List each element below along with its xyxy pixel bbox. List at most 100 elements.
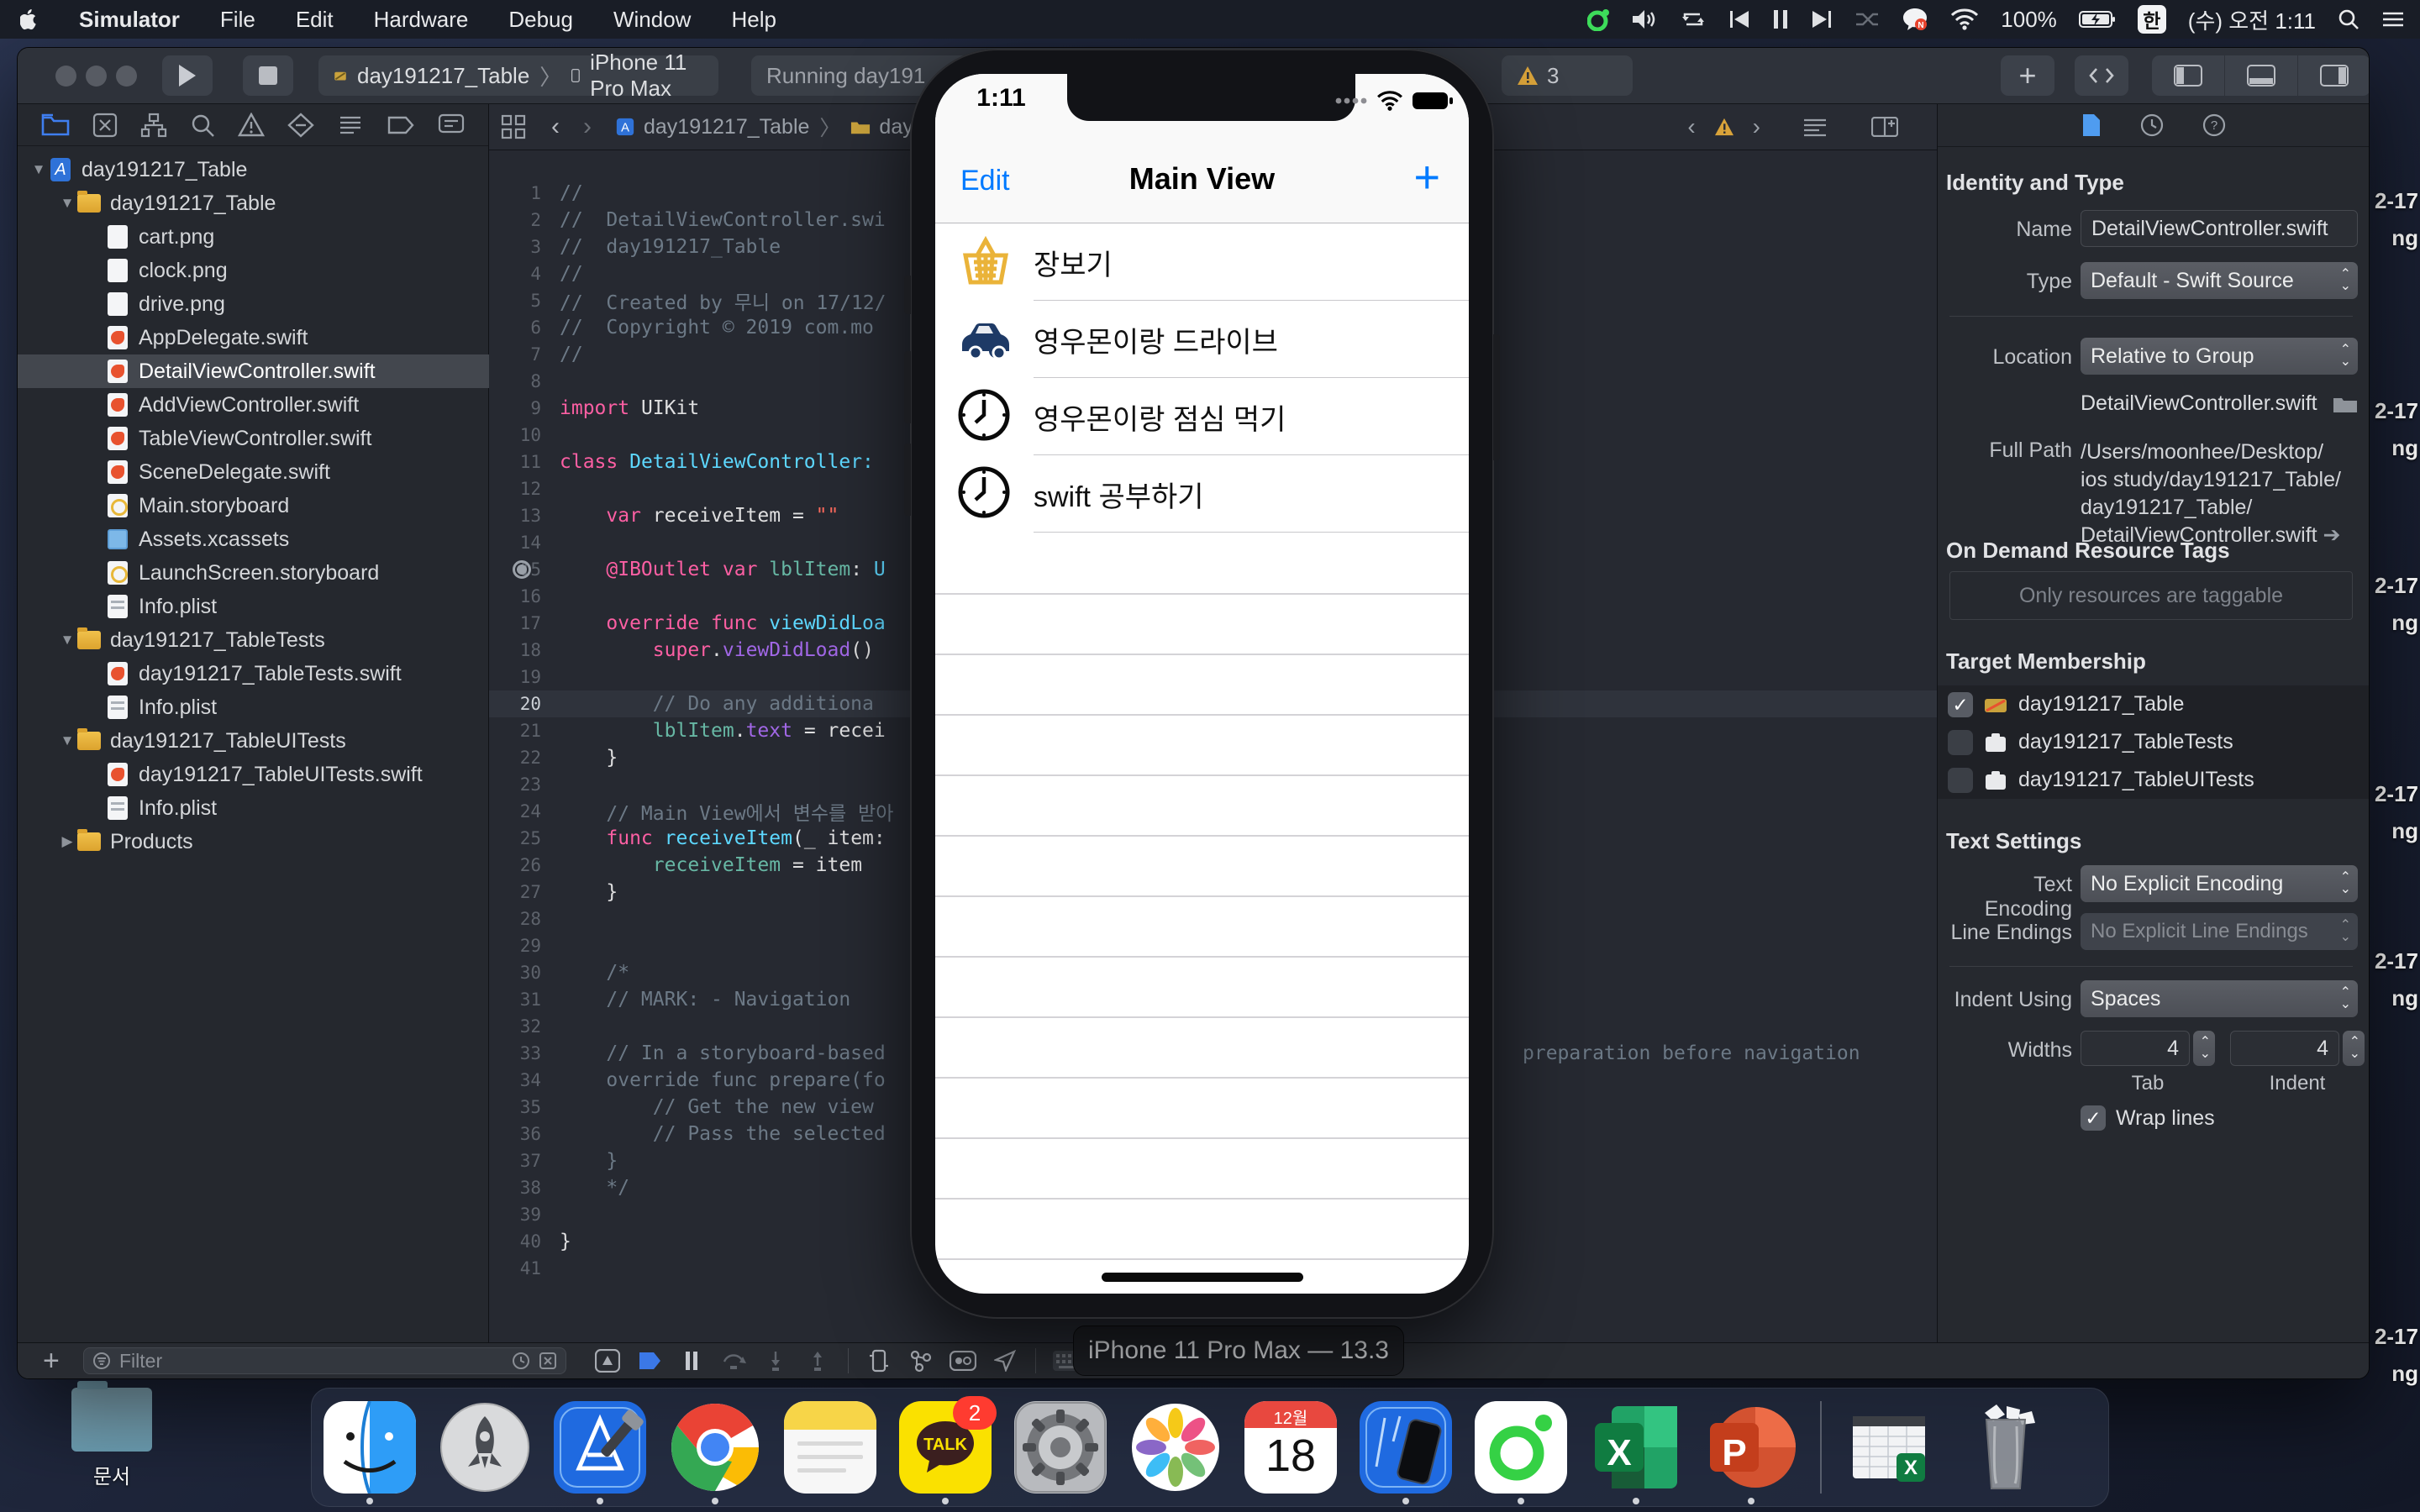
- dock-notes[interactable]: [784, 1401, 876, 1494]
- dock-melon[interactable]: [1475, 1401, 1567, 1494]
- dock-launchpad[interactable]: [439, 1401, 531, 1494]
- target-checkbox[interactable]: [1948, 692, 1973, 717]
- file-row-day191217-table[interactable]: ▼day191217_Table: [18, 186, 529, 220]
- close-window-button[interactable]: [55, 66, 76, 87]
- line-number[interactable]: 19: [489, 667, 560, 687]
- add-item-button[interactable]: +: [1413, 151, 1440, 203]
- line-number[interactable]: 9: [489, 398, 560, 418]
- stop-button[interactable]: [243, 55, 293, 96]
- dock-kakaotalk[interactable]: TALK 2: [899, 1401, 992, 1494]
- todo-row-4[interactable]: swift 공부하기: [935, 455, 1469, 533]
- desktop-file-label[interactable]: ng: [2391, 225, 2418, 251]
- pause-icon[interactable]: [1772, 9, 1789, 29]
- line-number[interactable]: 3: [489, 237, 560, 257]
- desktop-file-label[interactable]: ng: [2391, 985, 2418, 1011]
- line-number[interactable]: 39: [489, 1205, 560, 1225]
- dock-chrome[interactable]: [669, 1401, 761, 1494]
- line-number[interactable]: 25: [489, 828, 560, 848]
- line-endings-dropdown[interactable]: No Explicit Line Endings⌃⌄: [2081, 913, 2358, 950]
- line-number[interactable]: 36: [489, 1124, 560, 1144]
- line-number[interactable]: 17: [489, 613, 560, 633]
- file-row-main-storyboard[interactable]: Main.storyboard: [18, 489, 557, 522]
- desktop-file-label[interactable]: ng: [2391, 610, 2418, 636]
- target-row-day191217_Table[interactable]: day191217_Table: [1938, 685, 2369, 723]
- line-number[interactable]: 40: [489, 1231, 560, 1252]
- apple-menu[interactable]: [0, 0, 59, 39]
- wifi-icon[interactable]: [1950, 8, 1979, 30]
- menu-hardware[interactable]: Hardware: [354, 0, 489, 39]
- dock-finder[interactable]: [324, 1401, 416, 1494]
- line-number[interactable]: 2: [489, 210, 560, 230]
- target-checkbox[interactable]: [1948, 768, 1973, 793]
- desktop-file-label[interactable]: 2-17: [2375, 948, 2418, 974]
- line-number[interactable]: 38: [489, 1178, 560, 1198]
- symbol-navigator-tab[interactable]: [140, 113, 167, 138]
- todo-row-1[interactable]: 장보기: [935, 223, 1469, 301]
- wrap-lines-checkbox[interactable]: [2081, 1105, 2106, 1131]
- warning-badge[interactable]: 3: [1502, 55, 1633, 96]
- menu-app-name[interactable]: Simulator: [59, 0, 200, 39]
- environment-overrides-icon[interactable]: [944, 1346, 981, 1376]
- desktop-file-label[interactable]: ng: [2391, 1361, 2418, 1387]
- file-row-clock-png[interactable]: clock.png: [18, 254, 557, 287]
- line-number[interactable]: 31: [489, 990, 560, 1010]
- desktop-file-label[interactable]: 2-17: [2375, 781, 2418, 807]
- view-debugger-icon[interactable]: [860, 1346, 897, 1376]
- file-row-day191217-tabletests[interactable]: ▼day191217_TableTests: [18, 623, 529, 657]
- folder-icon[interactable]: [2333, 394, 2358, 414]
- debug-pause-icon[interactable]: [673, 1346, 710, 1376]
- odr-placeholder-box[interactable]: Only resources are taggable: [1949, 571, 2353, 620]
- scheme-selector[interactable]: day191217_Table 〉 iPhone 11 Pro Max: [318, 55, 718, 96]
- menu-help[interactable]: Help: [711, 0, 796, 39]
- step-out-icon[interactable]: [799, 1346, 836, 1376]
- file-row-drive-png[interactable]: drive.png: [18, 287, 557, 321]
- reveal-path-arrow-icon[interactable]: ➔: [2317, 523, 2341, 547]
- breakpoints-toggle-icon[interactable]: [631, 1346, 668, 1376]
- line-number[interactable]: 37: [489, 1151, 560, 1171]
- line-number[interactable]: 35: [489, 1097, 560, 1117]
- line-number[interactable]: 11: [489, 452, 560, 472]
- library-add-button[interactable]: +: [2001, 55, 2054, 96]
- find-navigator-tab[interactable]: [190, 113, 215, 138]
- desktop-file-label[interactable]: 2-17: [2375, 573, 2418, 599]
- indent-width-stepper[interactable]: ⌃⌄: [2343, 1031, 2365, 1066]
- line-number[interactable]: 24: [489, 801, 560, 822]
- toggle-debug-area-button[interactable]: [2225, 55, 2297, 96]
- repeat-icon[interactable]: [1680, 8, 1707, 30]
- run-button[interactable]: [162, 55, 213, 96]
- file-row-tableviewcontroller-swift[interactable]: TableViewController.swift: [18, 422, 557, 455]
- source-control-tab[interactable]: [92, 113, 118, 138]
- dock-system-preferences[interactable]: [1014, 1401, 1107, 1494]
- indent-width-field[interactable]: 4: [2230, 1031, 2339, 1066]
- line-number[interactable]: 32: [489, 1016, 560, 1037]
- minimap-toggle-icon[interactable]: [1802, 104, 1828, 150]
- toggle-inspector-button[interactable]: [2298, 55, 2370, 96]
- desktop-file-label[interactable]: 2-17: [2375, 188, 2418, 214]
- add-file-button[interactable]: +: [43, 1345, 60, 1378]
- menu-window[interactable]: Window: [593, 0, 711, 39]
- file-row-info-plist[interactable]: Info.plist: [18, 690, 557, 724]
- editor-mode-button[interactable]: [2075, 55, 2128, 96]
- file-inspector-tab[interactable]: [2081, 113, 2102, 138]
- issue-warning-icon[interactable]: [1714, 118, 1734, 136]
- previous-issue-icon[interactable]: ‹: [1687, 113, 1695, 140]
- target-row-day191217_TableUITests[interactable]: day191217_TableUITests: [1938, 761, 2369, 799]
- shuffle-icon[interactable]: [1854, 9, 1880, 29]
- tab-width-field[interactable]: 4: [2081, 1031, 2190, 1066]
- desktop-folder-documents[interactable]: 문서: [66, 1388, 158, 1488]
- todo-row-3[interactable]: 영우몬이랑 점심 먹기: [935, 378, 1469, 455]
- step-into-icon[interactable]: [757, 1346, 794, 1376]
- dock-photos[interactable]: [1129, 1401, 1222, 1494]
- volume-icon[interactable]: [1633, 8, 1658, 30]
- desktop-file-label[interactable]: ng: [2391, 818, 2418, 844]
- messenger-status-icon[interactable]: N: [1902, 7, 1928, 32]
- add-editor-icon[interactable]: [1871, 104, 1898, 150]
- simulator-window[interactable]: 1:11 Edit Main View + 장보기영우몬이랑 드라이브영우몬이랑…: [910, 49, 1494, 1319]
- ib-outlet-connector-icon[interactable]: [513, 560, 531, 579]
- line-number[interactable]: 8: [489, 371, 560, 391]
- toggle-navigator-button[interactable]: [2152, 55, 2224, 96]
- file-row-info-plist[interactable]: Info.plist: [18, 791, 557, 825]
- line-number[interactable]: 6: [489, 318, 560, 338]
- target-row-day191217_TableTests[interactable]: day191217_TableTests: [1938, 723, 2369, 761]
- disclosure-triangle[interactable]: ▶: [58, 833, 76, 850]
